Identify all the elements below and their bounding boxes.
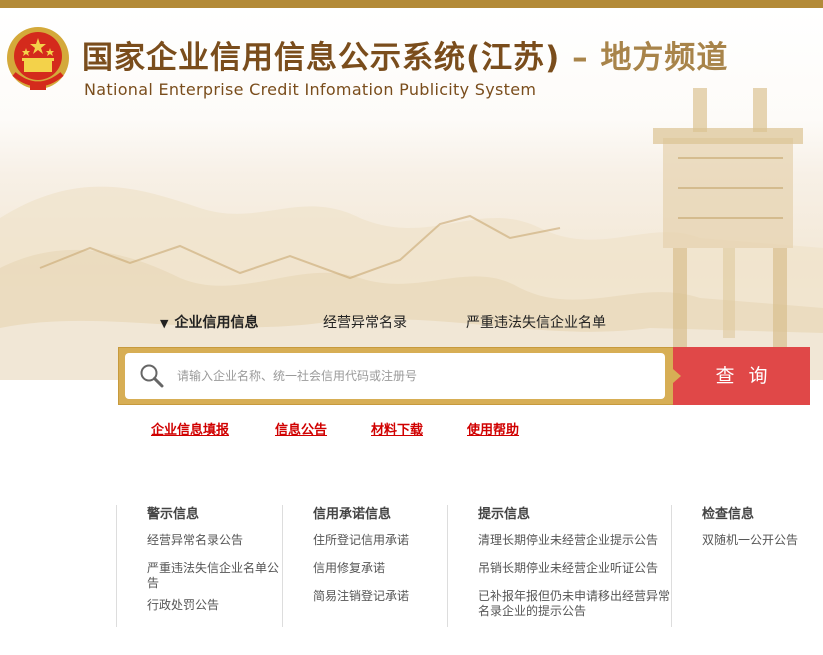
list-item[interactable]: 住所登记信用承诺 — [313, 533, 448, 548]
list-item[interactable]: 双随机一公开公告 — [702, 533, 811, 548]
tab-label: 严重违法失信企业名单 — [466, 315, 606, 331]
link-usage-help[interactable]: 使用帮助 — [467, 419, 519, 438]
search-icon — [140, 364, 164, 388]
column-warning-info: 警示信息 经营异常名录公告 严重违法失信企业名单公告 行政处罚公告 — [116, 505, 282, 627]
column-inspection-info: 检查信息 双随机一公开公告 — [671, 505, 811, 627]
link-info-announcement[interactable]: 信息公告 — [275, 419, 327, 438]
column-title: 警示信息 — [147, 507, 200, 522]
national-emblem-icon — [7, 27, 69, 90]
tab-label: 企业信用信息 — [174, 315, 259, 331]
info-columns: 警示信息 经营异常名录公告 严重违法失信企业名单公告 行政处罚公告 信用承诺信息… — [116, 505, 816, 630]
column-title: 提示信息 — [478, 507, 531, 522]
list-item[interactable]: 吊销长期停业未经营企业听证公告 — [478, 561, 671, 576]
link-materials-download[interactable]: 材料下载 — [371, 419, 423, 438]
title-main: 国家企业信用信息公示系统(江苏) — [82, 40, 561, 76]
column-title: 信用承诺信息 — [313, 507, 392, 522]
bronze-ding-illustration — [653, 88, 803, 358]
list-item[interactable]: 清理长期停业未经营企业提示公告 — [478, 533, 671, 548]
tab-abnormal-list[interactable]: 经营异常名录 — [323, 312, 407, 334]
top-bar — [0, 0, 823, 8]
search-button-label: 查询 — [715, 365, 782, 387]
tab-label: 经营异常名录 — [323, 315, 407, 331]
search-button[interactable]: 查询 — [673, 347, 810, 405]
list-item[interactable]: 行政处罚公告 — [147, 598, 282, 613]
column-notice-info: 提示信息 清理长期停业未经营企业提示公告 吊销长期停业未经营企业听证公告 已补报… — [447, 505, 671, 627]
button-notch — [673, 369, 681, 383]
list-item[interactable]: 经营异常名录公告 — [147, 533, 282, 548]
tab-serious-violation-list[interactable]: 严重违法失信企业名单 — [466, 312, 606, 334]
column-title: 检查信息 — [702, 507, 755, 522]
page-title-english: National Enterprise Credit Infomation Pu… — [84, 80, 537, 99]
search-input[interactable] — [177, 361, 657, 391]
list-item[interactable]: 已补报年报但仍未申请移出经营异常名录企业的提示公告 — [478, 589, 671, 619]
search-field-container — [125, 353, 665, 399]
link-enterprise-info-report[interactable]: 企业信息填报 — [151, 419, 229, 438]
title-separator: – — [560, 40, 601, 76]
list-item[interactable]: 严重违法失信企业名单公告 — [147, 561, 282, 591]
list-item[interactable]: 简易注销登记承诺 — [313, 589, 448, 604]
tab-enterprise-credit[interactable]: ▼ 企业信用信息 — [160, 312, 258, 335]
page-title: 国家企业信用信息公示系统(江苏) – 地方频道 — [82, 35, 728, 81]
title-sub: 地方频道 — [600, 40, 729, 76]
triangle-down-icon: ▼ — [160, 317, 169, 330]
list-item[interactable]: 信用修复承诺 — [313, 561, 448, 576]
column-credit-commitment: 信用承诺信息 住所登记信用承诺 信用修复承诺 简易注销登记承诺 — [282, 505, 448, 627]
search-box — [118, 347, 674, 405]
